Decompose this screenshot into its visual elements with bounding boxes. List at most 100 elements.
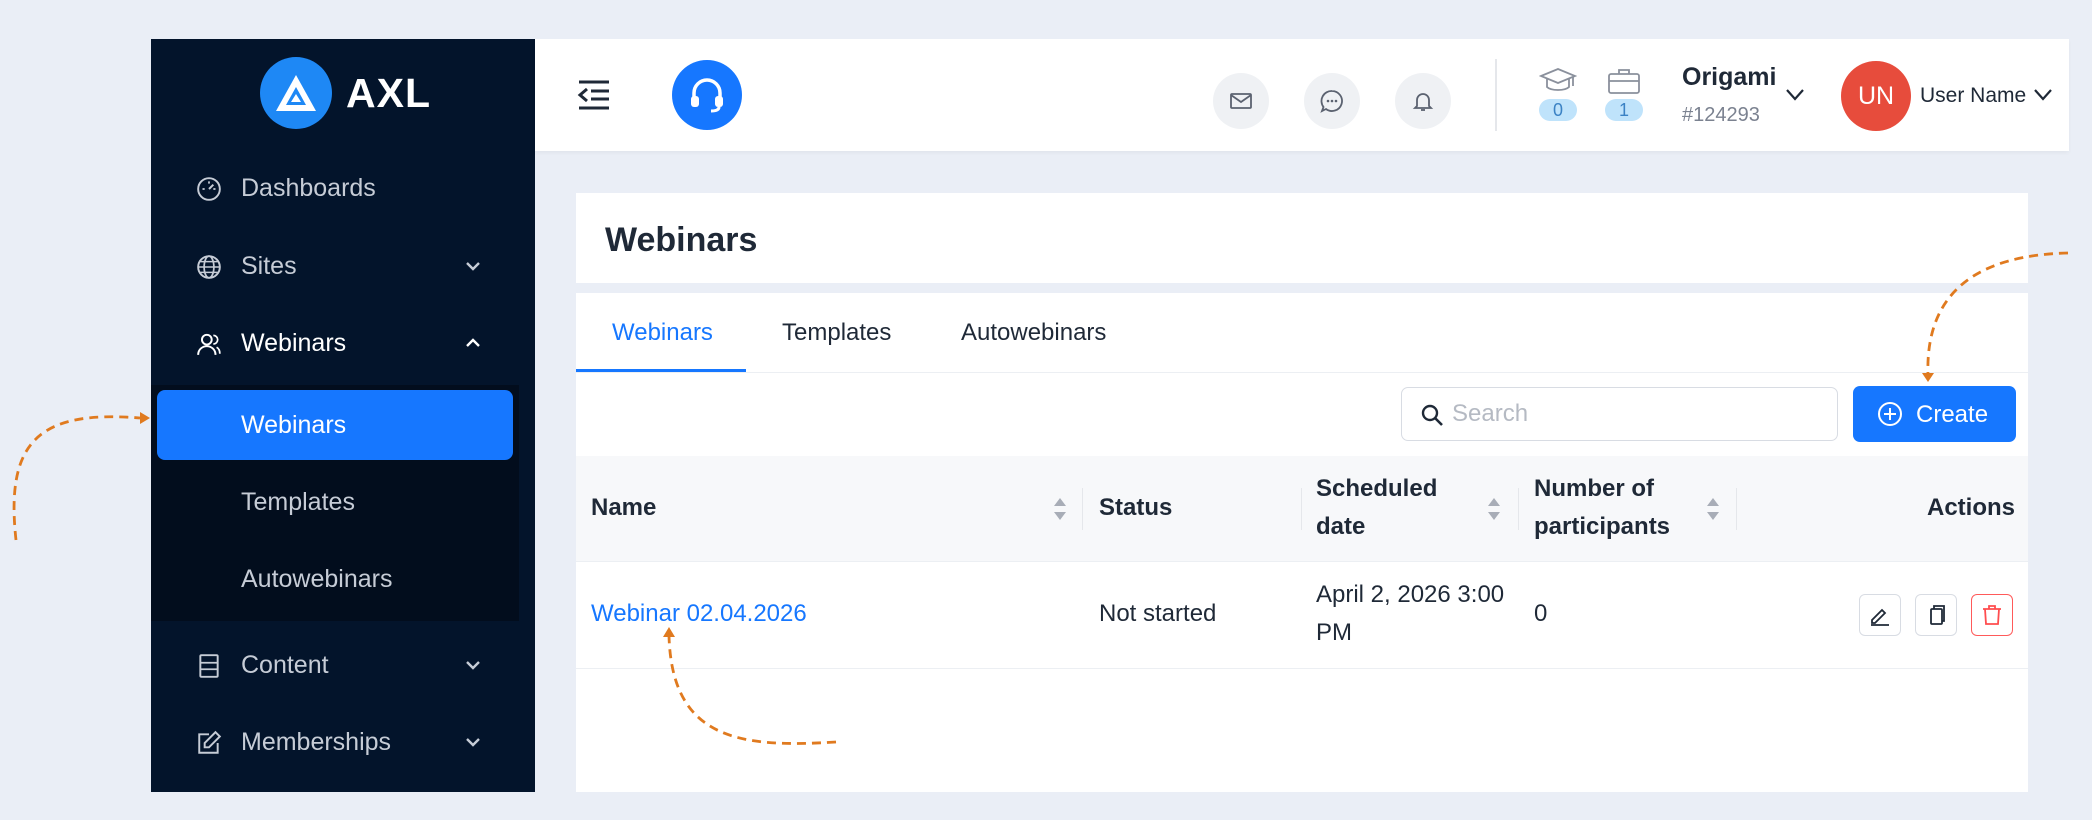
sidebar-item-webinars[interactable]: Webinars	[151, 313, 535, 373]
submenu-item-autowebinars[interactable]: Autowebinars	[157, 544, 513, 614]
graduation-cap-icon	[1539, 68, 1577, 91]
mail-button[interactable]	[1213, 73, 1269, 129]
page-title: Webinars	[605, 221, 758, 259]
copy-button[interactable]	[1915, 594, 1957, 636]
submenu-item-templates[interactable]: Templates	[157, 467, 513, 537]
chevron-up-icon	[466, 338, 480, 347]
search-input[interactable]	[1452, 396, 1822, 432]
scheduled-date-line: PM	[1316, 619, 1352, 646]
webinar-scheduled-date: April 2, 2026 3:00 PM	[1316, 576, 1504, 652]
chevron-down-icon	[466, 661, 480, 670]
sidebar-item-sites[interactable]: Sites	[151, 236, 535, 296]
sort-icon[interactable]	[1705, 495, 1721, 523]
column-header-label: Scheduled	[1316, 475, 1438, 502]
column-header-label: Name	[591, 494, 657, 521]
create-button-label: Create	[1916, 401, 1989, 428]
column-separator	[1082, 488, 1083, 530]
mail-icon	[1230, 93, 1252, 109]
globe-icon	[197, 255, 221, 279]
edit-button[interactable]	[1859, 594, 1901, 636]
brand-name: AXL	[346, 69, 431, 116]
submenu-item-label: Webinars	[241, 410, 347, 439]
sidebar-item-dashboards[interactable]: Dashboards	[151, 158, 535, 218]
plus-circle-icon	[1878, 402, 1902, 426]
scheduled-date-line: April 2, 2026 3:00	[1316, 581, 1505, 608]
tab-templates[interactable]: Templates	[782, 319, 891, 347]
column-header-label: participants	[1534, 513, 1671, 540]
create-button[interactable]: Create	[1853, 386, 2016, 442]
webinar-name-link[interactable]: Webinar 02.04.2026	[591, 595, 807, 633]
headset-icon	[691, 78, 723, 113]
sidebar-item-label: Sites	[241, 251, 297, 280]
column-separator	[1736, 488, 1737, 530]
menu-collapse-icon[interactable]	[577, 79, 611, 111]
logo-mark-icon	[260, 57, 332, 129]
sidebar: AXL Dashboards Sites Webinars Webinars T…	[151, 39, 535, 792]
column-header-scheduled-date[interactable]: Scheduled date	[1316, 470, 1437, 546]
table-header: Name Status Scheduled date Number of par…	[576, 456, 2028, 562]
submenu-item-webinars[interactable]: Webinars	[157, 390, 513, 460]
tab-webinars[interactable]: Webinars	[612, 319, 713, 347]
chevron-down-icon[interactable]	[2032, 83, 2054, 105]
column-header-status: Status	[1099, 489, 1172, 527]
column-header-name[interactable]: Name	[591, 489, 656, 527]
chat-button[interactable]	[1304, 73, 1360, 129]
column-header-label: Status	[1099, 494, 1173, 521]
tab-autowebinars[interactable]: Autowebinars	[961, 319, 1106, 347]
sidebar-item-label: Webinars	[241, 328, 347, 357]
webinar-participants: 0	[1534, 600, 1548, 627]
tab-bar: Webinars Templates Autowebinars	[576, 293, 2028, 373]
courses-counter[interactable]: 0	[1538, 67, 1578, 121]
column-header-label: Number of	[1534, 475, 1654, 502]
column-header-label: Actions	[1926, 494, 2015, 521]
column-header-participants[interactable]: Number of participants	[1534, 470, 1670, 546]
bell-icon	[1412, 93, 1434, 111]
trash-icon	[1983, 605, 2001, 625]
column-header-label: date	[1316, 513, 1366, 540]
sidebar-item-content[interactable]: Content	[151, 635, 535, 695]
table-row: Webinar 02.04.2026 Not started April 2, …	[576, 562, 2028, 669]
column-separator	[1301, 488, 1302, 530]
courses-count-badge: 0	[1539, 99, 1577, 121]
header-divider	[1495, 59, 1497, 131]
notifications-button[interactable]	[1395, 73, 1451, 129]
sidebar-item-label: Dashboards	[241, 173, 376, 202]
chevron-down-icon	[466, 262, 480, 271]
sidebar-item-label: Memberships	[241, 727, 392, 756]
submenu-item-label: Templates	[241, 487, 355, 516]
chevron-down-icon[interactable]	[1784, 83, 1806, 105]
column-header-actions: Actions	[1927, 489, 2015, 527]
document-icon	[199, 654, 219, 678]
briefcase-icon	[1608, 69, 1640, 94]
webinar-status: Not started	[1099, 600, 1217, 627]
avatar[interactable]: UN	[1841, 61, 1911, 131]
delete-button[interactable]	[1971, 594, 2013, 636]
chevron-down-icon	[466, 738, 480, 747]
jobs-count-badge: 1	[1605, 99, 1643, 121]
sort-icon[interactable]	[1052, 495, 1068, 523]
pencil-icon	[1871, 608, 1889, 626]
page-title-card: Webinars	[576, 193, 2028, 283]
column-separator	[1518, 488, 1519, 530]
user-name[interactable]: User Name	[1920, 84, 2026, 108]
jobs-counter[interactable]: 1	[1604, 67, 1644, 121]
search-icon	[1421, 404, 1443, 426]
sidebar-item-label: Content	[241, 650, 329, 679]
webinars-panel: Webinars Templates Autowebinars Create N…	[576, 293, 2028, 792]
users-icon	[197, 333, 221, 355]
active-tab-indicator	[576, 369, 746, 372]
search-field[interactable]	[1401, 387, 1838, 441]
webinars-submenu: Webinars Templates Autowebinars	[151, 385, 519, 621]
organization-id: #124293	[1682, 104, 1760, 126]
submenu-item-label: Autowebinars	[241, 564, 393, 593]
support-button[interactable]	[672, 60, 742, 130]
sidebar-item-memberships[interactable]: Memberships	[151, 712, 535, 772]
logo[interactable]: AXL	[260, 57, 431, 129]
dashboard-icon	[197, 177, 221, 201]
top-header: 0 1 Origami #124293 UN User Name	[535, 39, 2069, 151]
edit-icon	[198, 730, 222, 754]
chat-icon	[1320, 90, 1343, 113]
sort-icon[interactable]	[1486, 495, 1502, 523]
copy-icon	[1930, 605, 1945, 625]
organization-name[interactable]: Origami	[1682, 63, 1776, 92]
